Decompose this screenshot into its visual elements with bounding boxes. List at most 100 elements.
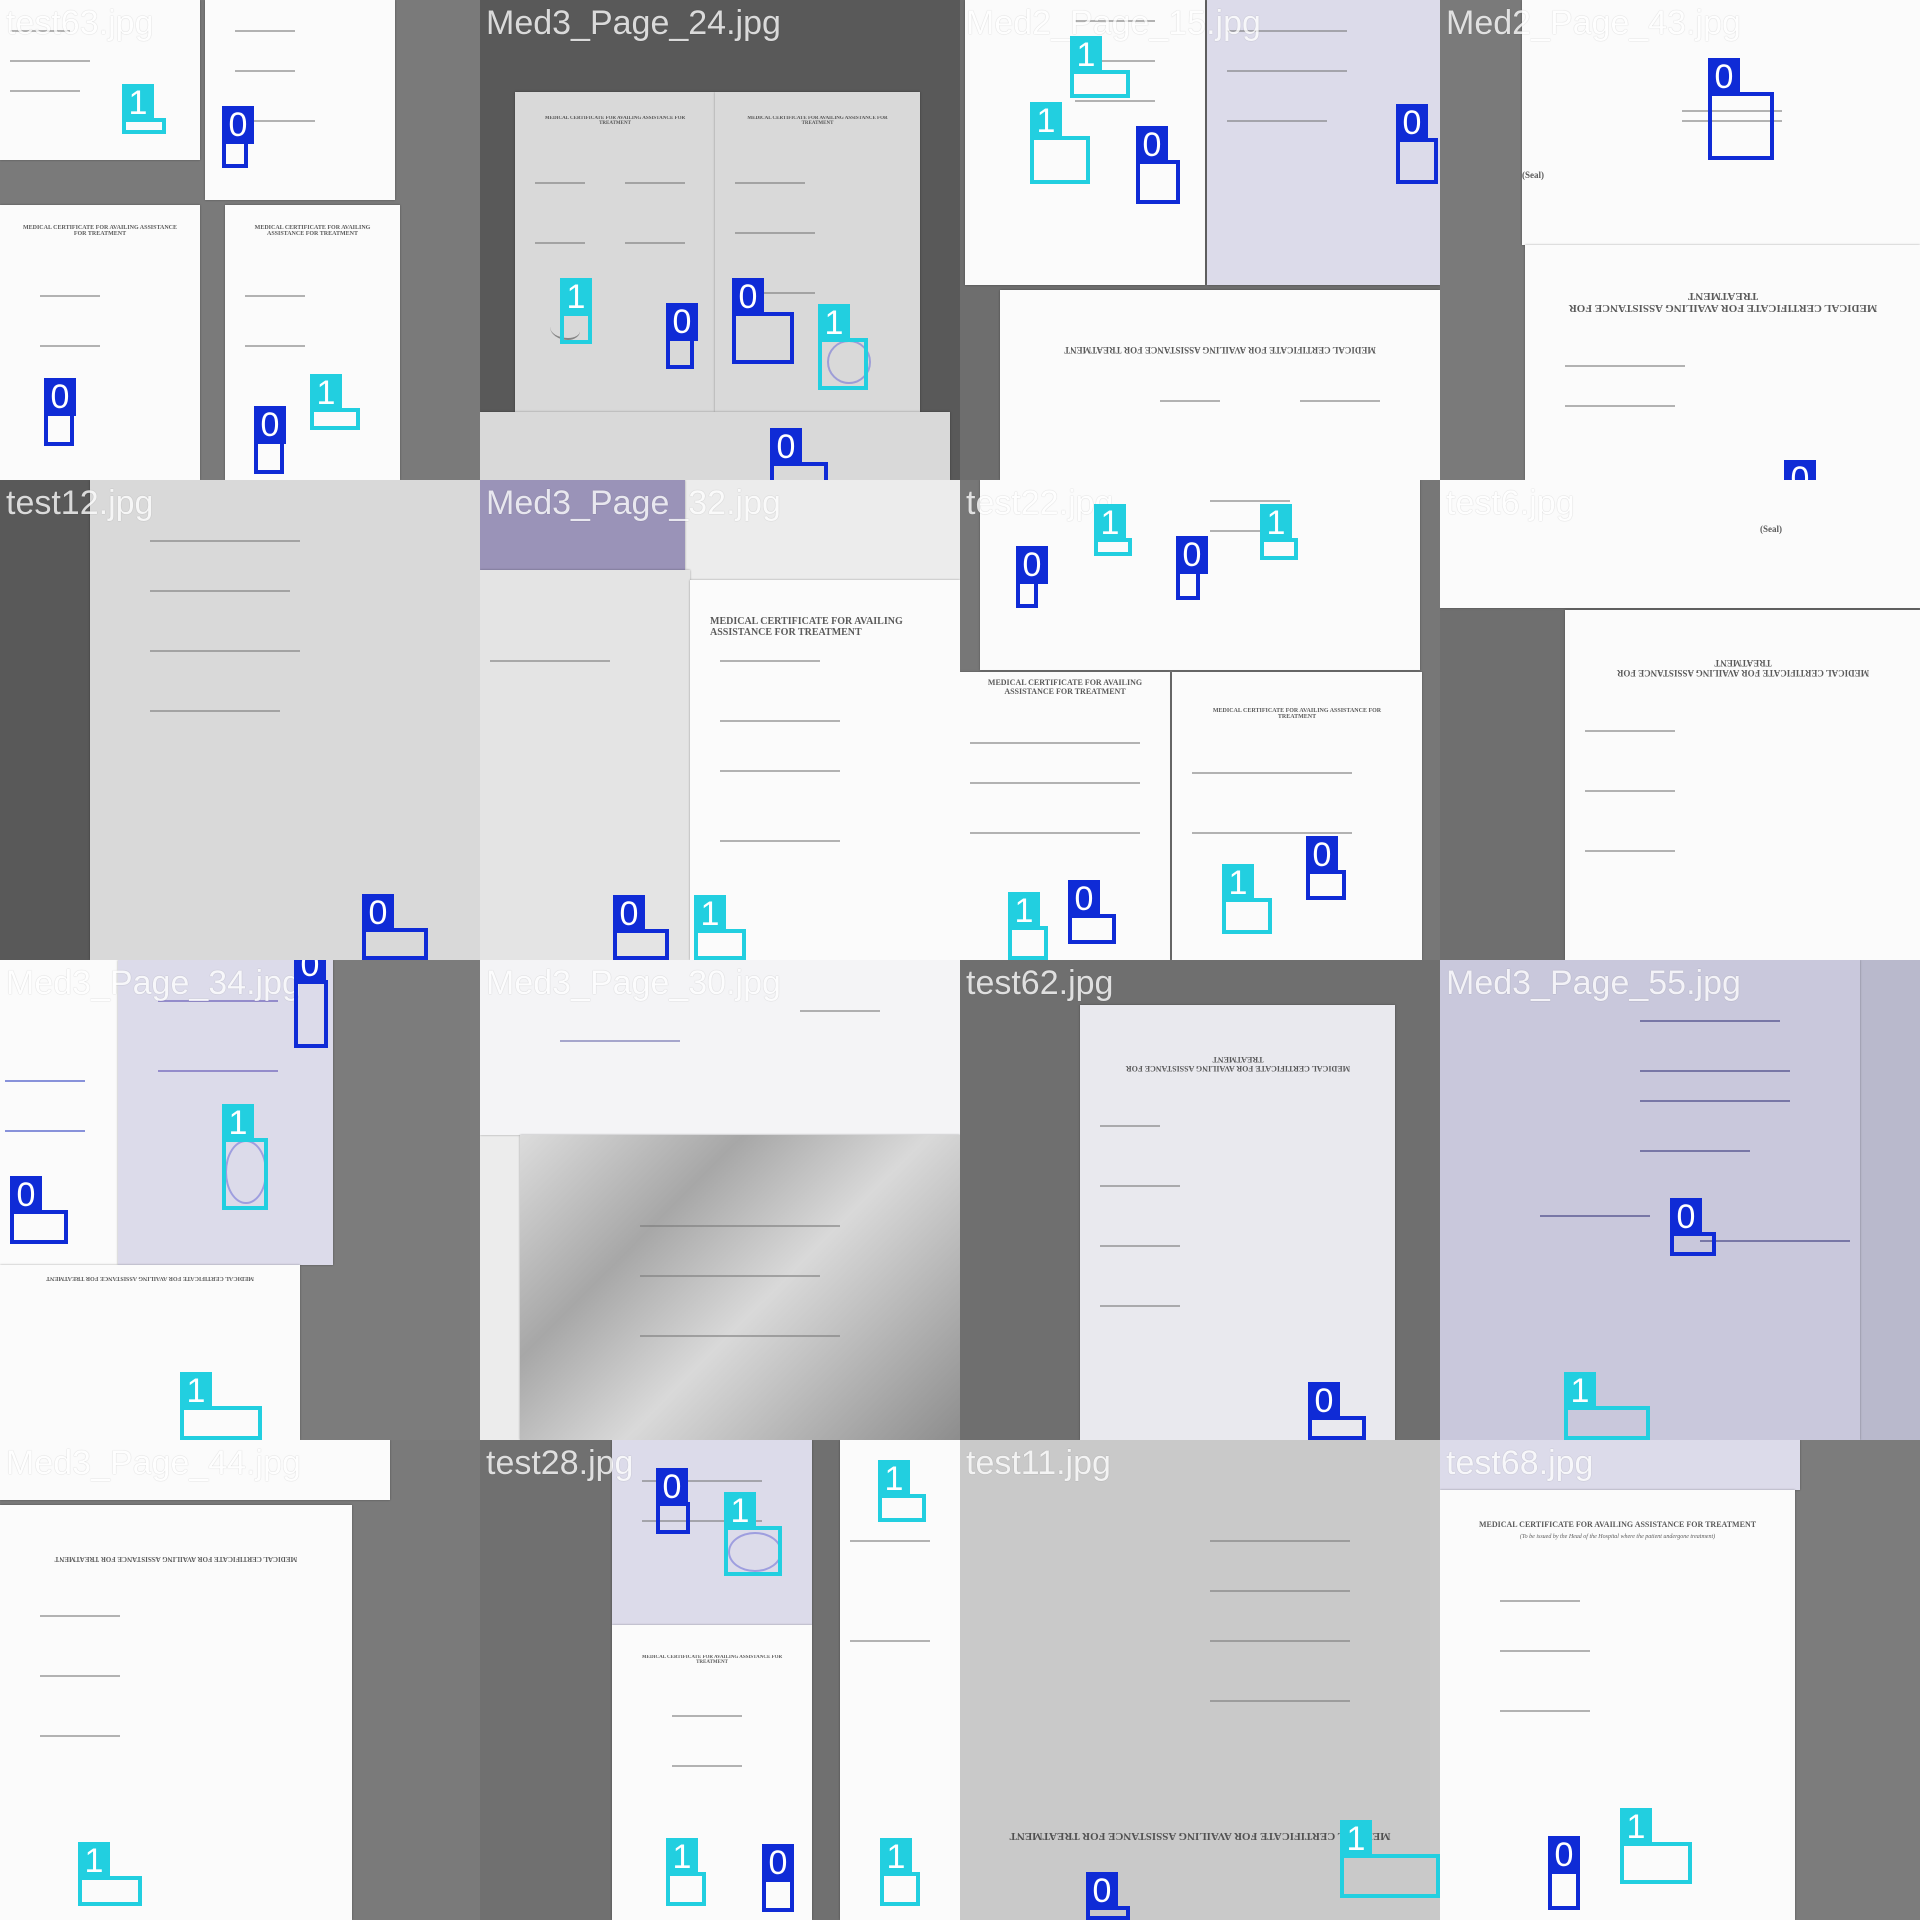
document-page: MEDICAL CERTIFICATE FOR AVAILING ASSISTA… xyxy=(0,205,200,480)
bounding-box: 0 xyxy=(770,428,828,480)
bounding-box: 1 xyxy=(222,1104,268,1210)
image-filename: Med3_Page_30.jpg xyxy=(486,964,781,1002)
bounding-box: 1 xyxy=(818,304,868,390)
image-filename: Med3_Page_44.jpg xyxy=(6,1444,301,1482)
class-label: 1 xyxy=(880,1838,912,1876)
document-title: MEDICAL CERTIFICATE FOR AVAILING ASSISTA… xyxy=(1478,1520,1757,1529)
document-page: MEDICAL CERTIFICATE FOR AVAILING ASSISTA… xyxy=(1440,1490,1795,1920)
bounding-box: 0 xyxy=(254,406,286,474)
class-label: 1 xyxy=(694,895,726,933)
class-label: 1 xyxy=(1340,1820,1372,1858)
document-page: MEDICAL CERTIFICATE FOR AVAILING ASSISTA… xyxy=(1000,290,1440,480)
class-label: 0 xyxy=(1086,1872,1118,1910)
image-filename: test11.jpg xyxy=(966,1444,1111,1482)
bounding-box: 0 xyxy=(1396,104,1438,184)
bounding-box: 1 xyxy=(878,1460,926,1522)
bounding-box: 1 xyxy=(880,1838,920,1906)
image-filename: test68.jpg xyxy=(1446,1444,1594,1482)
image-filename: Med2_Page_15.jpg xyxy=(966,4,1261,42)
class-label: 1 xyxy=(560,278,592,316)
class-label: 0 xyxy=(1176,536,1208,574)
class-label: 0 xyxy=(1548,1836,1580,1874)
document-title: MEDICAL CERTIFICATE FOR AVAILING ASSISTA… xyxy=(254,225,371,237)
class-label: 1 xyxy=(1620,1808,1652,1846)
bounding-box: 1 xyxy=(1564,1372,1650,1440)
class-label: 0 xyxy=(770,428,802,466)
document-page xyxy=(90,480,480,960)
class-label: 0 xyxy=(1136,126,1168,164)
class-label: 0 xyxy=(10,1176,42,1214)
bounding-box: 0 xyxy=(1306,836,1346,900)
document-page: MEDICAL CERTIFICATE FOR AVAILING ASSISTA… xyxy=(225,205,400,480)
document-title: MEDICAL CERTIFICATE FOR AVAILING ASSISTA… xyxy=(22,225,178,237)
document-title: MEDICAL CERTIFICATE FOR AVAILING ASSISTA… xyxy=(1212,708,1382,720)
class-label: 1 xyxy=(1222,864,1254,902)
image-filename: test63.jpg xyxy=(6,4,154,42)
class-label: 0 xyxy=(1396,104,1428,142)
image-filename: test62.jpg xyxy=(966,964,1114,1002)
image-filename: Med3_Page_34.jpg xyxy=(6,964,301,1002)
document-page: MEDICAL CERTIFICATE FOR AVAILING ASSISTA… xyxy=(960,672,1170,960)
bounding-box: 0 xyxy=(762,1844,794,1912)
image-filename: Med3_Page_24.jpg xyxy=(486,4,781,42)
bounding-box: 0 xyxy=(732,278,794,364)
bounding-box: 0 xyxy=(1670,1198,1716,1256)
tile-15: MEDICAL CERTIFICATE FOR AVAILING ASSISTA… xyxy=(960,1440,1440,1920)
class-label: 1 xyxy=(1564,1372,1596,1410)
class-label: 0 xyxy=(762,1844,794,1882)
class-label: 0 xyxy=(1068,880,1100,918)
document-page xyxy=(1440,960,1860,1440)
class-label: 0 xyxy=(294,960,326,984)
bounding-box: 0 xyxy=(666,303,698,369)
bounding-box: 1 xyxy=(180,1372,262,1440)
class-label: 0 xyxy=(732,278,764,316)
document-photo xyxy=(520,1135,960,1440)
tile-2: MEDICAL CERTIFICATE FOR AVAILING ASSISTA… xyxy=(480,0,960,480)
class-label: 0 xyxy=(44,378,76,416)
class-label: 1 xyxy=(180,1372,212,1410)
class-label: 0 xyxy=(613,895,645,933)
class-label: 0 xyxy=(362,894,394,932)
bounding-box: 0 xyxy=(1016,546,1048,608)
tile-3: MEDICAL CERTIFICATE FOR AVAILING ASSISTA… xyxy=(960,0,1440,480)
tile-9: MEDICAL CERTIFICATE FOR AVAILING ASSISTA… xyxy=(0,960,480,1440)
bounding-box: 1 xyxy=(666,1838,706,1906)
bounding-box: 0 xyxy=(222,106,254,168)
image-filename: Med3_Page_55.jpg xyxy=(1446,964,1741,1002)
bounding-box: 1 xyxy=(1620,1808,1692,1884)
document-page xyxy=(612,1440,812,1625)
document-page xyxy=(480,412,950,480)
bounding-box: 1 xyxy=(1008,892,1048,960)
class-label: 0 xyxy=(1708,58,1740,96)
bounding-box: 1 xyxy=(560,278,592,344)
tile-6: MEDICAL CERTIFICATE FOR AVAILING ASSISTA… xyxy=(480,480,960,960)
class-label: 1 xyxy=(1260,504,1292,542)
bounding-box: 0 xyxy=(294,960,328,1048)
class-label: 0 xyxy=(1308,1382,1340,1420)
bounding-box: 1 xyxy=(694,895,746,960)
bounding-box: 0 xyxy=(1176,536,1208,600)
bounding-box: 0 xyxy=(656,1468,690,1534)
bounding-box: 0 xyxy=(1708,58,1774,160)
bounding-box: 0 xyxy=(10,1176,68,1244)
document-title: MEDICAL CERTIFICATE FOR AVAILING ASSISTA… xyxy=(1616,658,1869,678)
bounding-box: 0 xyxy=(44,378,76,446)
tile-7: MEDICAL CERTIFICATE FOR AVAILING ASSISTA… xyxy=(960,480,1440,960)
document-title: MEDICAL CERTIFICATE FOR AVAILING ASSISTA… xyxy=(1009,1830,1391,1842)
class-label: 1 xyxy=(1008,892,1040,930)
image-filename: test22.jpg xyxy=(966,484,1114,522)
class-label: 1 xyxy=(724,1492,756,1530)
image-filename: Med2_Page_43.jpg xyxy=(1446,4,1741,42)
bounding-box: 0 xyxy=(1068,880,1116,944)
bounding-box: 1 xyxy=(1094,504,1132,556)
document-page: MEDICAL CERTIFICATE FOR AVAILING ASSISTA… xyxy=(0,1505,352,1920)
bounding-box: 1 xyxy=(122,84,166,134)
class-label: 1 xyxy=(1030,102,1062,140)
bounding-box: 1 xyxy=(1260,504,1298,560)
seal-label: (Seal) xyxy=(1760,524,1782,534)
class-label: 0 xyxy=(1784,460,1816,480)
tile-14: MEDICAL CERTIFICATE FOR AVAILING ASSISTA… xyxy=(480,1440,960,1920)
bounding-box: 1 xyxy=(310,374,360,430)
bounding-box: 0 xyxy=(1136,126,1180,204)
document-title: MEDICAL CERTIFICATE FOR AVAILING ASSISTA… xyxy=(1064,345,1376,355)
